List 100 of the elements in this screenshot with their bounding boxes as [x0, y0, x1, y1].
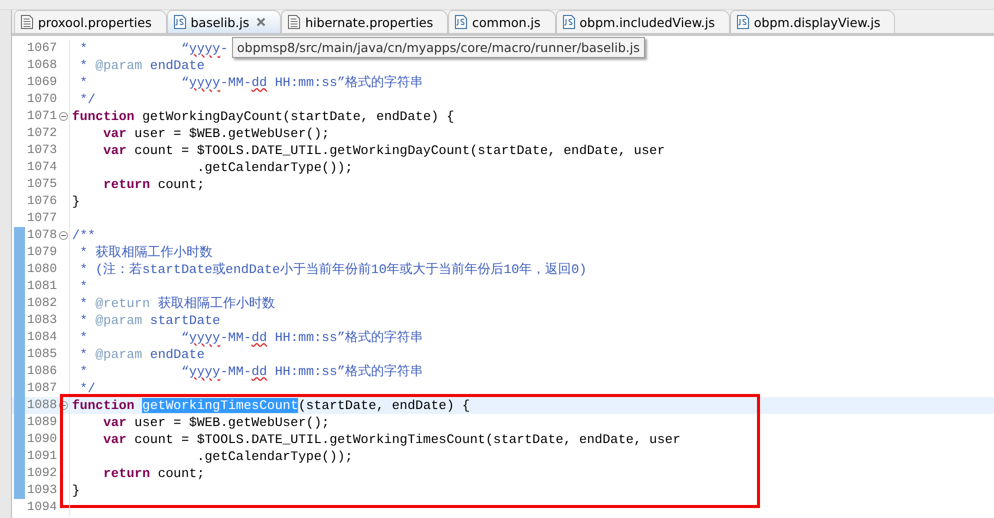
comment-text: -MM-	[220, 330, 252, 345]
line-number: 1075	[26, 176, 57, 193]
comment-text: *	[78, 58, 89, 73]
comment-text: endDate	[149, 347, 205, 362]
comment-text: * “	[78, 75, 190, 90]
editor-tab[interactable]: common.js	[448, 10, 556, 33]
keyword-text: var	[102, 415, 127, 430]
code-text: user = $WEB.getWebUser();	[133, 126, 330, 141]
code-text: .getCalendarType());	[196, 449, 353, 464]
js-file-icon	[455, 15, 468, 29]
collapse-icon[interactable]	[58, 112, 68, 121]
keyword-text: return	[102, 177, 150, 192]
code-text: (startDate, endDate) {	[298, 398, 470, 413]
text-file-icon	[288, 15, 300, 29]
line-number: 1092	[26, 465, 57, 482]
line-number: 1079	[26, 244, 57, 261]
misspelled-word: yyyy	[189, 41, 220, 56]
line-number: 1076	[26, 193, 57, 210]
line-number: 1081	[26, 278, 57, 295]
doc-tag-text: @param	[95, 313, 142, 328]
comment-text: startDate	[149, 313, 220, 328]
keyword-text: var	[102, 432, 127, 447]
line-number: 1069	[26, 74, 57, 91]
keyword-text: return	[102, 466, 150, 481]
line-number: 1067	[26, 40, 57, 57]
comment-text: * (注：若startDate或endDate小于当前年份前10年或大于当前年份后10年，返回0)	[78, 262, 587, 277]
comment-text: -MM-	[220, 75, 252, 90]
misspelled-word: yyyy	[189, 75, 220, 90]
line-number: 1089	[26, 414, 57, 431]
comment-text: 获取相隔工作小时数	[156, 296, 275, 311]
comment-text: *	[78, 313, 89, 328]
line-number: 1084	[26, 329, 57, 346]
line-number: 1088	[26, 397, 57, 414]
line-number: 1094	[26, 499, 57, 516]
line-number: 1093	[26, 482, 57, 499]
comment-text: /**	[72, 228, 96, 243]
js-file-icon	[174, 15, 186, 29]
editor-tab[interactable]: obpm.displayView.js	[730, 10, 896, 33]
line-number: 1073	[26, 142, 57, 159]
code-text: user = $WEB.getWebUser();	[133, 415, 330, 430]
editor-tab[interactable]: obpm.includedView.js	[556, 10, 730, 33]
comment-text: * “	[78, 41, 190, 56]
line-number: 1087	[26, 380, 57, 397]
code-text: count;	[156, 466, 205, 481]
comment-text: HH:mm:ss”格式的字符串	[274, 330, 424, 345]
editor-tab[interactable]: proxool.properties	[14, 10, 167, 33]
doc-tag-text: @return	[95, 296, 150, 311]
line-number: 1091	[26, 448, 57, 465]
comment-text: *	[78, 296, 89, 311]
code-text: count = $TOOLS.DATE_UTIL.getWorkingTimesCount(startDate, endDate, user	[133, 432, 680, 447]
misspelled-word: yyyy	[189, 364, 220, 379]
comment-text: */	[78, 92, 96, 107]
code-text: getWorkingDayCount(startDate, endDate) {	[141, 109, 454, 124]
line-number: 1080	[26, 261, 57, 278]
code-text: .getCalendarType());	[196, 160, 353, 175]
js-file-icon	[562, 15, 575, 29]
doc-tag-text: @param	[95, 347, 142, 362]
keyword-text: var	[102, 143, 127, 158]
misspelled-word: yyyy	[189, 330, 220, 345]
line-number: 1083	[26, 312, 57, 329]
doc-tag-text: @param	[95, 58, 142, 73]
comment-text: HH:mm:ss”格式的字符串	[274, 75, 424, 90]
text-file-icon	[21, 15, 33, 29]
close-icon[interactable]	[256, 17, 266, 27]
comment-text: HH:mm:ss”格式的字符串	[274, 364, 424, 379]
editor-tab[interactable]: hibernate.properties	[281, 10, 448, 33]
misspelled-word: dd	[251, 330, 268, 345]
line-number: 1085	[26, 346, 57, 363]
line-number: 1090	[26, 431, 57, 448]
comment-text: -MM-	[220, 364, 252, 379]
comment-text: * “	[78, 364, 190, 379]
line-number: 1068	[26, 57, 57, 74]
js-file-icon	[736, 15, 749, 29]
misspelled-word: dd	[251, 364, 268, 379]
code-text: }	[72, 194, 80, 209]
editor-tab[interactable]: baselib.js	[166, 10, 282, 33]
comment-text: * “	[78, 330, 190, 345]
code-text: count = $TOOLS.DATE_UTIL.getWorkingDayCount(startDate, endDate, user	[133, 143, 665, 158]
file-path-tooltip: obpmsp8/src/main/java/cn/myapps/core/macro/runner/baselib.js	[232, 37, 645, 58]
line-number: 1071	[26, 108, 57, 125]
keyword-text: var	[102, 126, 127, 141]
keyword-text: function	[72, 109, 134, 124]
line-number: 1070	[26, 91, 57, 108]
comment-text: *	[78, 279, 88, 294]
selected-text: getWorkingTimesCount	[142, 398, 298, 413]
line-number: 1078	[26, 227, 57, 244]
line-number: 1072	[26, 125, 57, 142]
code-text: count;	[156, 177, 205, 192]
line-number: 1077	[26, 210, 57, 227]
comment-text: * 获取相隔工作小时数	[78, 245, 212, 260]
comment-text: endDate	[149, 58, 205, 73]
comment-text: *	[78, 347, 89, 362]
code-text: }	[72, 483, 80, 498]
collapse-icon[interactable]	[58, 231, 68, 240]
keyword-text: function	[72, 398, 136, 413]
comment-text: -	[220, 41, 228, 56]
line-number: 1074	[26, 159, 57, 176]
line-number: 1086	[26, 363, 57, 380]
comment-text: */	[78, 381, 96, 396]
misspelled-word: dd	[251, 75, 268, 90]
